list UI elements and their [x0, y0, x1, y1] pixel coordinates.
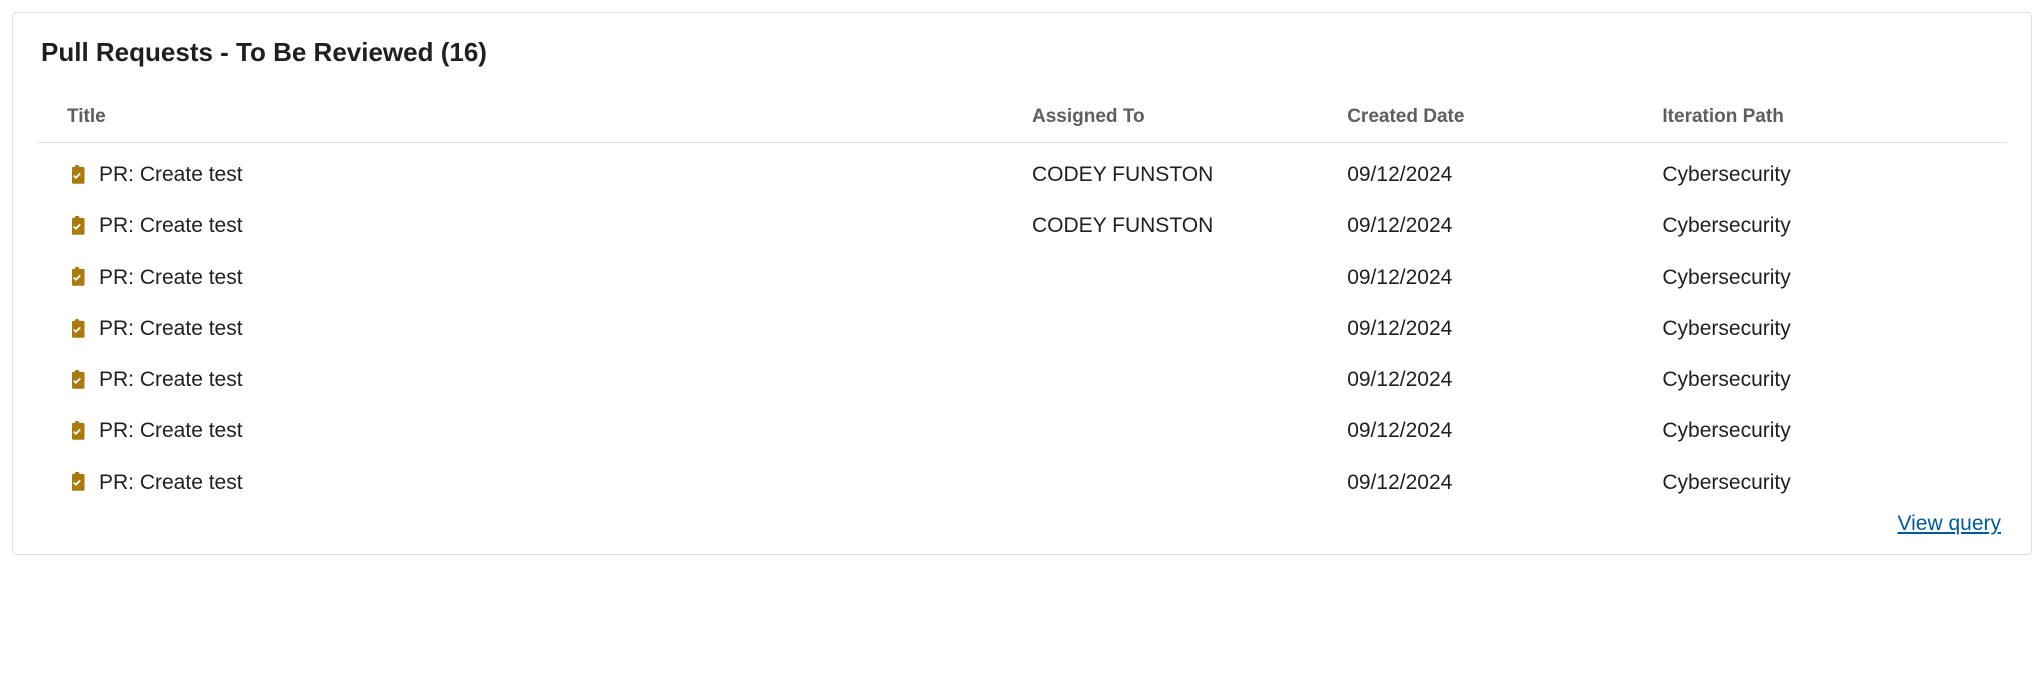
cell-iteration-path: Cybersecurity: [1652, 405, 2007, 456]
cell-title[interactable]: PR: Create test: [37, 252, 1022, 303]
cell-created-date: 09/12/2024: [1337, 405, 1652, 456]
table-row[interactable]: PR: Create test CODEY FUNSTON09/12/2024Cy…: [37, 143, 2007, 201]
cell-title[interactable]: PR: Create test: [37, 354, 1022, 405]
cell-iteration-path: Cybersecurity: [1652, 303, 2007, 354]
col-header-created-date[interactable]: Created Date: [1337, 96, 1652, 143]
cell-iteration-path: Cybersecurity: [1652, 200, 2007, 251]
cell-assigned-to[interactable]: [1022, 457, 1337, 508]
table-header-row: Title Assigned To Created Date Iteration…: [37, 96, 2007, 143]
title-text: PR: Create test: [99, 212, 243, 239]
cell-created-date: 09/12/2024: [1337, 457, 1652, 508]
clipboard-check-icon: [67, 421, 87, 441]
cell-title[interactable]: PR: Create test: [37, 200, 1022, 251]
cell-created-date: 09/12/2024: [1337, 303, 1652, 354]
table-row[interactable]: PR: Create test 09/12/2024Cybersecurity: [37, 457, 2007, 508]
col-header-iteration-path[interactable]: Iteration Path: [1652, 96, 2007, 143]
title-text: PR: Create test: [99, 469, 243, 496]
title-text: PR: Create test: [99, 366, 243, 393]
clipboard-check-icon: [67, 267, 87, 287]
table-row[interactable]: PR: Create test 09/12/2024Cybersecurity: [37, 252, 2007, 303]
cell-iteration-path: Cybersecurity: [1652, 252, 2007, 303]
panel-footer: View query: [37, 512, 2007, 536]
work-items-table: Title Assigned To Created Date Iteration…: [37, 96, 2007, 508]
view-query-link[interactable]: View query: [1897, 512, 2001, 536]
pull-requests-panel: Pull Requests - To Be Reviewed (16) Titl…: [12, 12, 2032, 555]
clipboard-check-icon: [67, 472, 87, 492]
clipboard-check-icon: [67, 216, 87, 236]
cell-iteration-path: Cybersecurity: [1652, 143, 2007, 201]
cell-assigned-to[interactable]: [1022, 303, 1337, 354]
table-row[interactable]: PR: Create test 09/12/2024Cybersecurity: [37, 354, 2007, 405]
table-row[interactable]: PR: Create test CODEY FUNSTON09/12/2024Cy…: [37, 200, 2007, 251]
cell-title[interactable]: PR: Create test: [37, 303, 1022, 354]
title-text: PR: Create test: [99, 264, 243, 291]
cell-title[interactable]: PR: Create test: [37, 405, 1022, 456]
cell-title[interactable]: PR: Create test: [37, 143, 1022, 201]
cell-created-date: 09/12/2024: [1337, 200, 1652, 251]
cell-assigned-to[interactable]: [1022, 354, 1337, 405]
cell-iteration-path: Cybersecurity: [1652, 354, 2007, 405]
col-header-title[interactable]: Title: [37, 96, 1022, 143]
cell-assigned-to[interactable]: [1022, 405, 1337, 456]
cell-created-date: 09/12/2024: [1337, 354, 1652, 405]
col-header-assigned[interactable]: Assigned To: [1022, 96, 1337, 143]
clipboard-check-icon: [67, 370, 87, 390]
panel-title: Pull Requests - To Be Reviewed (16): [37, 37, 2007, 68]
title-text: PR: Create test: [99, 417, 243, 444]
title-text: PR: Create test: [99, 161, 243, 188]
cell-created-date: 09/12/2024: [1337, 143, 1652, 201]
clipboard-check-icon: [67, 165, 87, 185]
cell-iteration-path: Cybersecurity: [1652, 457, 2007, 508]
cell-assigned-to[interactable]: [1022, 252, 1337, 303]
title-text: PR: Create test: [99, 315, 243, 342]
table-row[interactable]: PR: Create test 09/12/2024Cybersecurity: [37, 303, 2007, 354]
cell-assigned-to[interactable]: CODEY FUNSTON: [1022, 200, 1337, 251]
cell-created-date: 09/12/2024: [1337, 252, 1652, 303]
cell-title[interactable]: PR: Create test: [37, 457, 1022, 508]
cell-assigned-to[interactable]: CODEY FUNSTON: [1022, 143, 1337, 201]
table-row[interactable]: PR: Create test 09/12/2024Cybersecurity: [37, 405, 2007, 456]
clipboard-check-icon: [67, 319, 87, 339]
